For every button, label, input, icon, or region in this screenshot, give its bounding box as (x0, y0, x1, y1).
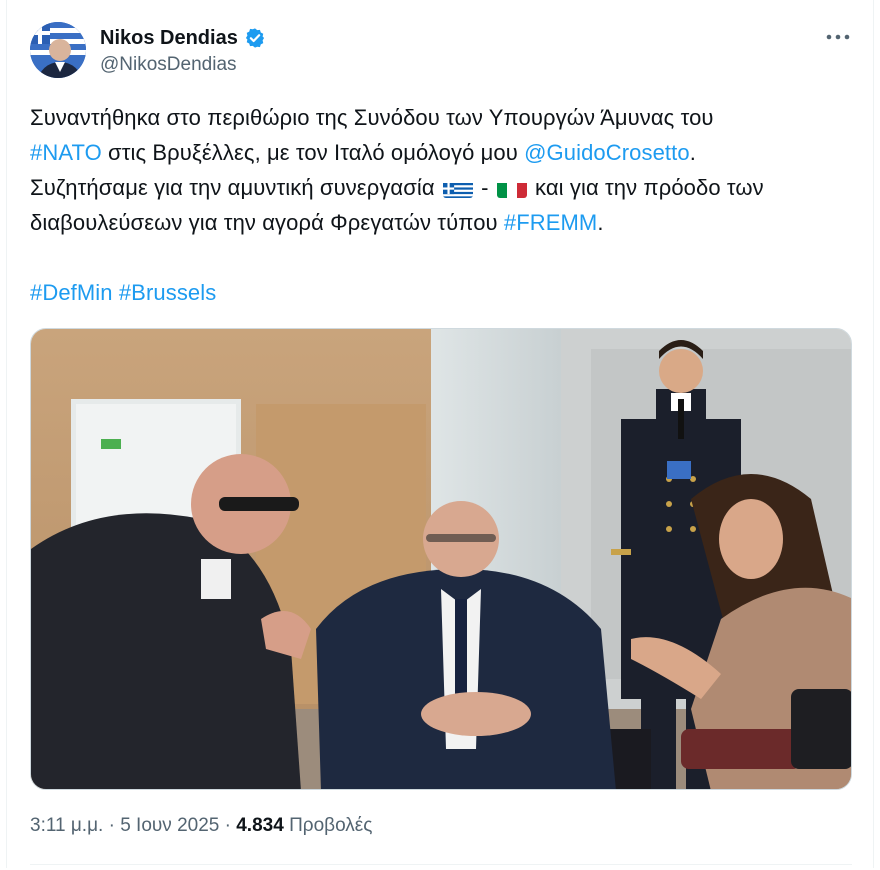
meta-separator: · (103, 815, 121, 836)
tweet-line-2-text-a: στις Βρυξέλλες, με τον Ιταλό ομόλογό μου (101, 140, 525, 165)
author-avatar[interactable] (30, 22, 86, 78)
tweet-date[interactable]: 5 Ιουν 2025 (120, 815, 219, 836)
author-handle[interactable]: @NikosDendias (100, 54, 237, 76)
author-name[interactable]: Nikos Dendias (100, 27, 238, 50)
avatar-photo (30, 22, 86, 78)
tweet-meta: 3:11 μ.μ. · 5 Ιουν 2025 · 4.834 Προβολές (30, 815, 372, 837)
verified-badge-icon (244, 27, 266, 49)
tweet-line-3-text-a: Συζητήσαμε για την αμυντική συνεργασία (30, 175, 441, 200)
tweet-time[interactable]: 3:11 μ.μ. (30, 815, 103, 836)
more-horizontal-icon (826, 34, 850, 40)
more-options-button[interactable] (822, 22, 854, 52)
hashtag-nato-link[interactable]: #NATO (30, 140, 102, 165)
bottom-divider (30, 864, 852, 865)
tweet-line-4-text-b: . (597, 210, 604, 235)
hashtag-defmin-link[interactable]: #DefMin (30, 280, 113, 305)
tweet-line-3: Συζητήσαμε για την αμυντική συνεργασία -… (30, 170, 850, 205)
mention-guidocrosetto-link[interactable]: @GuidoCrosetto (524, 140, 690, 165)
meeting-photo (31, 329, 851, 789)
tweet-photo[interactable] (30, 328, 852, 790)
views-count: 4.834 (236, 815, 284, 836)
hashtag-brussels-link[interactable]: #Brussels (119, 280, 217, 305)
tweet-line-3-text-b: και για την πρόοδο των (528, 175, 764, 200)
meta-dot: · (219, 815, 237, 836)
tweet-hashtags-line: #DefMin #Brussels (30, 275, 850, 310)
hashtag-fremm-link[interactable]: #FREMM (504, 210, 598, 235)
tweet-line-4: διαβουλεύσεων για την αγορά Φρεγατών τύπ… (30, 205, 850, 240)
flag-dash: - (474, 175, 495, 200)
tweet-line-1: Συναντήθηκα στο περιθώριο της Συνόδου τω… (30, 105, 714, 130)
author-name-row[interactable]: Nikos Dendias (100, 25, 266, 51)
tweet-line-4-text-a: διαβουλεύσεων για την αγορά Φρεγατών τύπ… (30, 210, 504, 235)
tweet-line-2: #NATO στις Βρυξέλλες, με τον Ιταλό ομόλο… (30, 135, 850, 170)
tweet-text: Συναντήθηκα στο περιθώριο της Συνόδου τω… (30, 100, 850, 310)
views-label: Προβολές (289, 815, 373, 836)
greece-flag-icon (442, 178, 473, 198)
tweet-line-2-text-b: . (689, 140, 696, 165)
italy-flag-icon (496, 178, 527, 198)
